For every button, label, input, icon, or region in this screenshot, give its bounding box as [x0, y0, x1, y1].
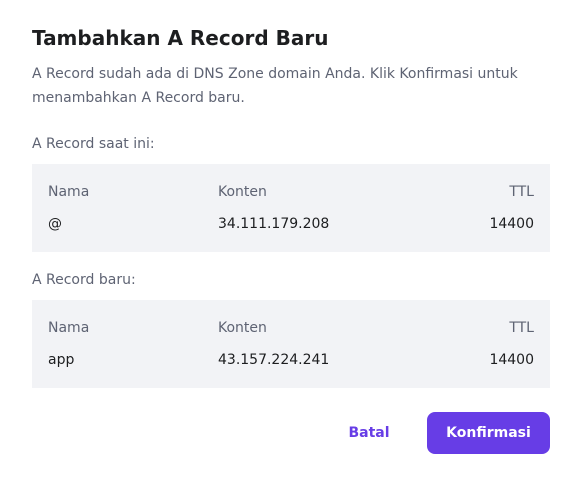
column-header-name: Nama	[48, 320, 90, 336]
current-record-content: 34.111.179.208	[218, 216, 330, 232]
confirm-button[interactable]: Konfirmasi	[427, 412, 550, 454]
new-record-name: app	[48, 352, 75, 368]
new-record-content: 43.157.224.241	[218, 352, 330, 368]
column-header-name: Nama	[48, 184, 90, 200]
dialog-description: A Record sudah ada di DNS Zone domain An…	[32, 66, 518, 106]
current-record-table: Nama Konten TTL @ 34.111.179.208 14400	[32, 164, 550, 252]
cancel-button[interactable]: Batal	[336, 412, 402, 454]
new-record-table: Nama Konten TTL app 43.157.224.241 14400	[32, 300, 550, 388]
current-record-name: @	[48, 216, 62, 232]
new-record-ttl: 14400	[489, 352, 534, 368]
column-header-ttl: TTL	[509, 184, 534, 200]
add-a-record-dialog: Tambahkan A Record Baru A Record sudah a…	[0, 0, 580, 477]
column-header-ttl: TTL	[509, 320, 534, 336]
new-record-label: A Record baru:	[32, 272, 136, 288]
dialog-title: Tambahkan A Record Baru	[32, 26, 329, 50]
current-record-ttl: 14400	[489, 216, 534, 232]
column-header-content: Konten	[218, 320, 267, 336]
column-header-content: Konten	[218, 184, 267, 200]
current-record-label: A Record saat ini:	[32, 136, 155, 152]
